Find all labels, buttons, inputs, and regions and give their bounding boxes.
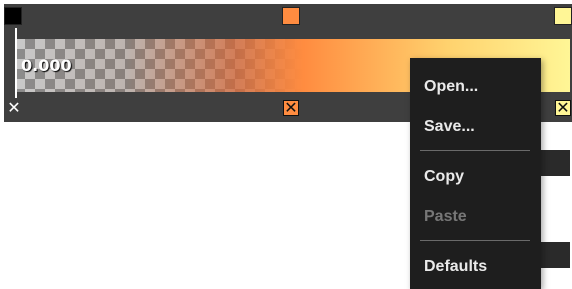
obscured-button [540,242,570,268]
menu-separator [420,240,530,241]
context-menu: Open... Save... Copy Paste Defaults [410,58,541,289]
menu-item-save[interactable]: Save... [424,118,475,136]
close-icon: ✕ [556,98,570,117]
stop-handle-end[interactable]: ✕ [555,100,571,116]
stop-top-orange[interactable] [282,7,300,25]
menu-item-defaults[interactable]: Defaults [424,258,487,276]
stop-top-yellow[interactable] [554,7,572,25]
stop-handle-mid[interactable]: ✕ [283,100,299,116]
menu-item-open[interactable]: Open... [424,78,478,96]
close-icon: ✕ [284,98,298,117]
obscured-button [540,150,570,176]
stop-handle-start[interactable]: ✕ [6,100,22,116]
value-readout: 0.000 [21,56,72,75]
position-marker[interactable] [15,28,17,98]
menu-item-paste: Paste [424,208,467,225]
stop-top-black[interactable] [4,7,22,25]
close-icon: ✕ [7,98,21,117]
menu-item-copy[interactable]: Copy [424,168,464,186]
menu-separator [420,150,530,151]
